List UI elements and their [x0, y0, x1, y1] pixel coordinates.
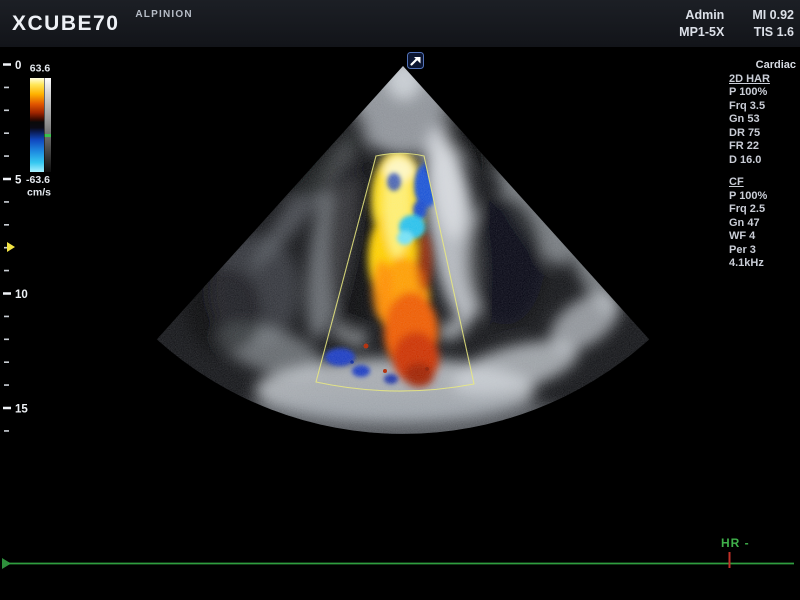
velocity-max-label: 63.6	[30, 63, 51, 75]
param-power-2d: P 100%	[729, 86, 797, 100]
mode-title-2d: 2D HAR	[729, 73, 797, 87]
focus-marker-icon	[7, 242, 15, 252]
depth-label-15: 15	[15, 404, 28, 416]
mode-section-cf: CF P 100% Frq 2.5 Gn 47 WF 4 Per 3 4.1kH…	[729, 176, 797, 271]
param-gain-2d: Gn 53	[729, 113, 797, 127]
velocity-unit-label: cm/s	[27, 187, 51, 199]
param-wf-cf: WF 4	[729, 230, 797, 244]
sector-image	[140, 50, 660, 450]
ultrasound-image: 0 5 10 15 63.6 -63.6 cm/s HR -	[0, 0, 800, 600]
depth-ruler-minor-ticks	[4, 87, 9, 431]
color-map-strip	[30, 78, 44, 172]
depth-label-5: 5	[15, 175, 22, 187]
ecg-trace: HR -	[2, 536, 794, 569]
depth-label-0: 0	[15, 60, 21, 72]
param-freq-cf: Frq 2.5	[729, 203, 797, 217]
param-depth-2d: D 16.0	[729, 154, 797, 168]
mode-title-cf: CF	[729, 176, 797, 190]
param-persist-cf: Per 3	[729, 244, 797, 258]
gray-map-marker	[45, 134, 52, 137]
heart-rate-label: HR -	[721, 536, 750, 550]
param-prf-cf: 4.1kHz	[729, 257, 797, 271]
mode-section-2d: 2D HAR P 100% Frq 3.5 Gn 53 DR 75 FR 22 …	[729, 73, 797, 168]
orientation-marker-icon	[408, 53, 424, 69]
param-power-cf: P 100%	[729, 190, 797, 204]
param-dr-2d: DR 75	[729, 127, 797, 141]
gray-map-strip	[45, 78, 52, 172]
depth-ruler-major-ticks	[3, 65, 11, 409]
depth-ruler: 0 5 10 15	[3, 60, 28, 431]
param-gain-cf: Gn 47	[729, 217, 797, 231]
doppler-color-bar: 63.6 -63.6 cm/s	[26, 63, 51, 199]
depth-label-10: 10	[15, 289, 28, 301]
param-freq-2d: Frq 3.5	[729, 100, 797, 114]
parameter-panel: Cardiac 2D HAR P 100% Frq 3.5 Gn 53 DR 7…	[729, 59, 797, 271]
velocity-min-label: -63.6	[26, 174, 50, 186]
ultrasound-screen: { "header": { "brand": "XCUBE70", "manuf…	[0, 0, 800, 600]
param-fr-2d: FR 22	[729, 140, 797, 154]
preset-label: Cardiac	[729, 59, 797, 73]
